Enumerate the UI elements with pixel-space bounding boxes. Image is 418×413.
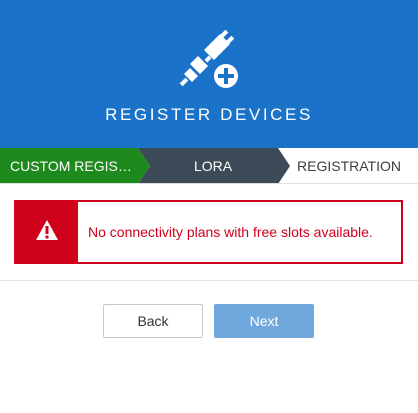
warning-icon bbox=[36, 220, 58, 240]
step-registration: REGISTRATION bbox=[297, 158, 401, 174]
header-banner: REGISTER DEVICES bbox=[0, 0, 418, 148]
alert-icon-container bbox=[16, 202, 78, 262]
step-custom-registration[interactable]: CUSTOM REGIST... bbox=[10, 148, 135, 184]
next-button[interactable]: Next bbox=[214, 304, 314, 338]
divider bbox=[0, 280, 418, 281]
step-lora[interactable]: LORA bbox=[148, 148, 278, 184]
back-button[interactable]: Back bbox=[103, 304, 203, 338]
progress-steps: CUSTOM REGIST... LORA REGISTRATION bbox=[0, 148, 418, 184]
alert-message: No connectivity plans with free slots av… bbox=[88, 224, 373, 240]
plug-plus-icon bbox=[179, 29, 238, 88]
page-title: REGISTER DEVICES bbox=[105, 105, 313, 124]
error-alert: No connectivity plans with free slots av… bbox=[14, 200, 403, 264]
